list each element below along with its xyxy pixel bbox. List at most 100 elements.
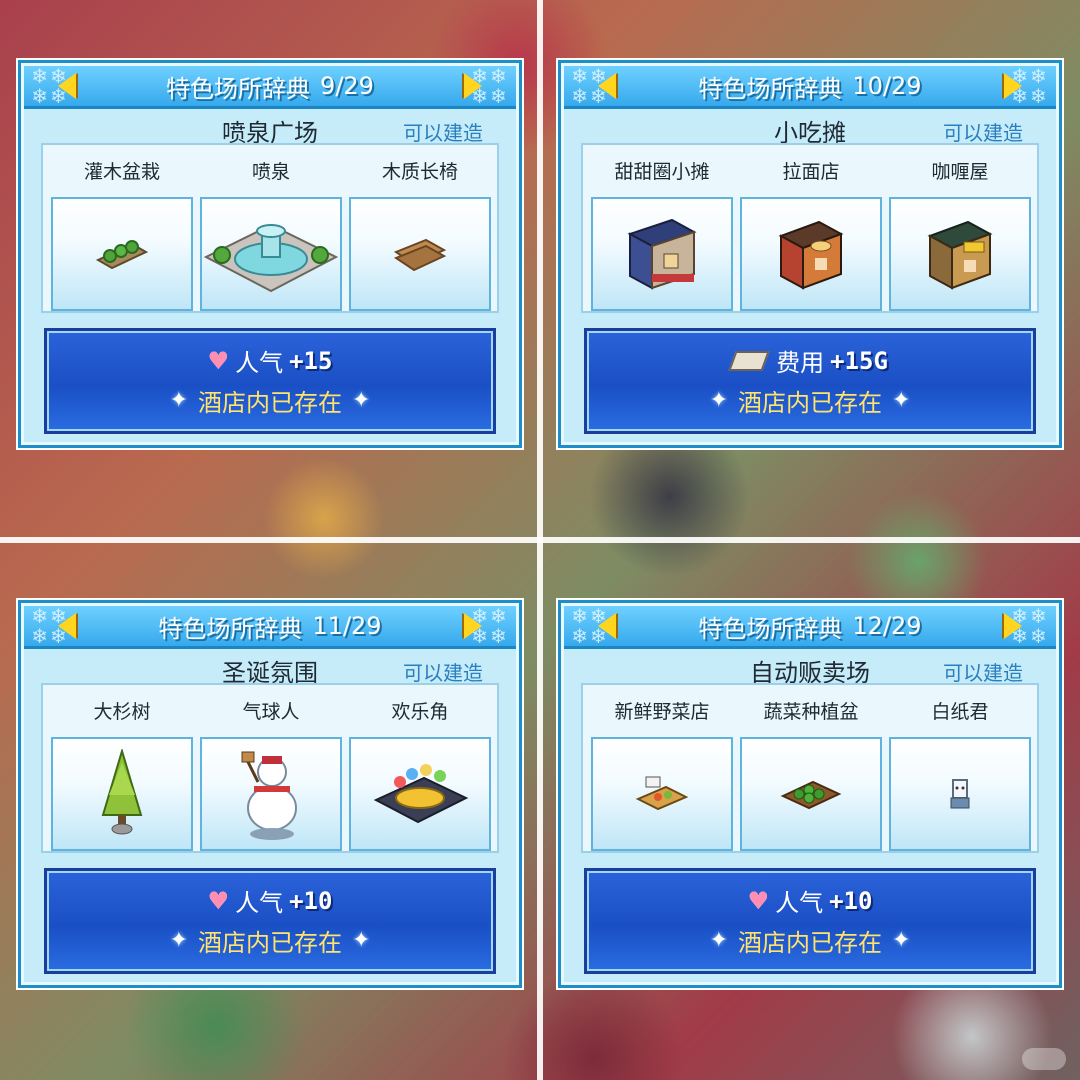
paper-mascot-icon [950, 779, 970, 809]
bonus-row: ♥ 人气 +15 [49, 343, 491, 378]
bonus-row: 费用 +15G [589, 343, 1031, 378]
shrub-planter-icon [95, 240, 149, 270]
panel-title: 特色场所辞典 9/29 [84, 66, 456, 106]
required-items: 甜甜圈小摊 拉面店 咖喱屋 [581, 143, 1039, 313]
exists-row: ✦ 酒店内已存在 ✦ [49, 383, 491, 418]
page-counter: 10/29 [852, 72, 922, 100]
panel-title: 特色场所辞典 11/29 [84, 606, 456, 646]
watermark-badge [1022, 1048, 1066, 1070]
panel-header: ❄❄ ❄❄ 特色场所辞典 11/29 ❄❄ ❄❄ [24, 606, 516, 649]
previous-arrow-icon[interactable] [598, 613, 616, 639]
bonus-row: ♥ 人气 +10 [49, 883, 491, 918]
item-tile[interactable] [349, 197, 491, 311]
play-corner-icon [373, 764, 469, 824]
previous-arrow-icon[interactable] [58, 73, 76, 99]
previous-arrow-icon[interactable] [58, 613, 76, 639]
item-label: 气球人 [242, 701, 300, 723]
facility-dictionary-panel: ❄❄ ❄❄ 特色场所辞典 9/29 ❄❄ ❄❄ 喷泉广场 可以建造 灌木盆栽 喷泉 … [18, 60, 522, 448]
sparkle-icon: ✦ [892, 388, 911, 413]
sparkle-icon: ✦ [352, 388, 371, 413]
curry-house-icon [927, 220, 993, 290]
item-tile[interactable] [591, 737, 733, 851]
item-tile[interactable] [51, 197, 193, 311]
sparkle-icon: ✦ [709, 928, 728, 953]
snowflake-icon: ❄❄ ❄❄ [471, 64, 509, 108]
exists-row: ✦ 酒店内已存在 ✦ [589, 923, 1031, 958]
item-tile[interactable] [740, 197, 882, 311]
bonus-label: 人气 [775, 889, 824, 917]
bonus-label: 费用 [776, 349, 825, 377]
item-tile[interactable] [889, 737, 1031, 851]
required-items: 大杉树 气球人 欢乐角 [41, 683, 499, 853]
sparkle-icon: ✦ [169, 388, 188, 413]
exists-text: 酒店内已存在 [198, 389, 342, 417]
exists-text: 酒店内已存在 [198, 929, 342, 957]
exists-text: 酒店内已存在 [738, 929, 882, 957]
dictionary-title: 特色场所辞典 [698, 74, 843, 103]
heart-icon: ♥ [747, 886, 770, 915]
panel-title: 特色场所辞典 10/29 [624, 66, 996, 106]
bonus-value: +15G [830, 346, 888, 375]
bonus-row: ♥ 人气 +10 [589, 883, 1031, 918]
page-counter: 9/29 [320, 72, 374, 100]
sparkle-icon: ✦ [352, 928, 371, 953]
exists-row: ✦ 酒店内已存在 ✦ [589, 383, 1031, 418]
item-label: 新鲜野菜店 [614, 701, 710, 723]
heart-icon: ♥ [207, 886, 230, 915]
build-status: 可以建造 [403, 121, 483, 145]
item-label: 灌木盆栽 [83, 161, 160, 183]
item-label: 白纸君 [931, 701, 989, 723]
panel-header: ❄❄ ❄❄ 特色场所辞典 12/29 ❄❄ ❄❄ [564, 606, 1056, 649]
build-status: 可以建造 [943, 121, 1023, 145]
fountain-icon [203, 223, 339, 293]
facility-dictionary-panel: ❄❄ ❄❄ 特色场所辞典 12/29 ❄❄ ❄❄ 自动贩卖场 可以建造 新鲜野菜店 … [558, 600, 1062, 988]
snowflake-icon: ❄❄ ❄❄ [1011, 64, 1049, 108]
snowflake-icon: ❄❄ ❄❄ [1011, 604, 1049, 648]
item-tile[interactable] [591, 197, 733, 311]
build-status: 可以建造 [943, 661, 1023, 685]
item-label: 甜甜圈小摊 [614, 161, 710, 183]
wooden-bench-icon [393, 238, 447, 272]
item-tile[interactable] [200, 197, 342, 311]
required-items: 灌木盆栽 喷泉 木质长椅 [41, 143, 499, 313]
panel-title: 特色场所辞典 12/29 [624, 606, 996, 646]
sparkle-icon: ✦ [169, 928, 188, 953]
info-box: ♥ 人气 +10 ✦ 酒店内已存在 ✦ [587, 871, 1033, 971]
sparkle-icon: ✦ [709, 388, 728, 413]
ticket-icon [728, 350, 770, 371]
item-label: 木质长椅 [381, 161, 458, 183]
info-box: ♥ 人气 +10 ✦ 酒店内已存在 ✦ [47, 871, 493, 971]
donut-stall-icon [627, 218, 697, 290]
vegetable-planter-icon [780, 780, 842, 810]
item-label: 拉面店 [782, 161, 840, 183]
facility-dictionary-panel: ❄❄ ❄❄ 特色场所辞典 11/29 ❄❄ ❄❄ 圣诞氛围 可以建造 大杉树 气球人… [18, 600, 522, 988]
item-label: 欢乐角 [391, 701, 449, 723]
cedar-tree-icon [101, 749, 143, 835]
bonus-label: 人气 [235, 889, 284, 917]
bonus-value: +10 [829, 886, 873, 915]
item-tile[interactable] [200, 737, 342, 851]
page-counter: 11/29 [312, 612, 382, 640]
page-counter: 12/29 [852, 612, 922, 640]
item-tile[interactable] [349, 737, 491, 851]
info-box: ♥ 人气 +15 ✦ 酒店内已存在 ✦ [47, 331, 493, 431]
previous-arrow-icon[interactable] [598, 73, 616, 99]
exists-row: ✦ 酒店内已存在 ✦ [49, 923, 491, 958]
item-label: 咖喱屋 [931, 161, 989, 183]
ramen-shop-icon [778, 220, 844, 290]
facility-dictionary-panel: ❄❄ ❄❄ 特色场所辞典 10/29 ❄❄ ❄❄ 小吃摊 可以建造 甜甜圈小摊 拉面… [558, 60, 1062, 448]
snowflake-icon: ❄❄ ❄❄ [471, 604, 509, 648]
dictionary-title: 特色场所辞典 [698, 614, 843, 643]
item-label: 大杉树 [93, 701, 151, 723]
exists-text: 酒店内已存在 [738, 389, 882, 417]
sparkle-icon: ✦ [892, 928, 911, 953]
panel-header: ❄❄ ❄❄ 特色场所辞典 10/29 ❄❄ ❄❄ [564, 66, 1056, 109]
bonus-value: +10 [289, 886, 333, 915]
item-tile[interactable] [740, 737, 882, 851]
required-items: 新鲜野菜店 蔬菜种植盆 白纸君 [581, 683, 1039, 853]
bonus-label: 人气 [235, 349, 284, 377]
item-label: 蔬菜种植盆 [763, 701, 859, 723]
item-tile[interactable] [51, 737, 193, 851]
panel-header: ❄❄ ❄❄ 特色场所辞典 9/29 ❄❄ ❄❄ [24, 66, 516, 109]
item-tile[interactable] [889, 197, 1031, 311]
